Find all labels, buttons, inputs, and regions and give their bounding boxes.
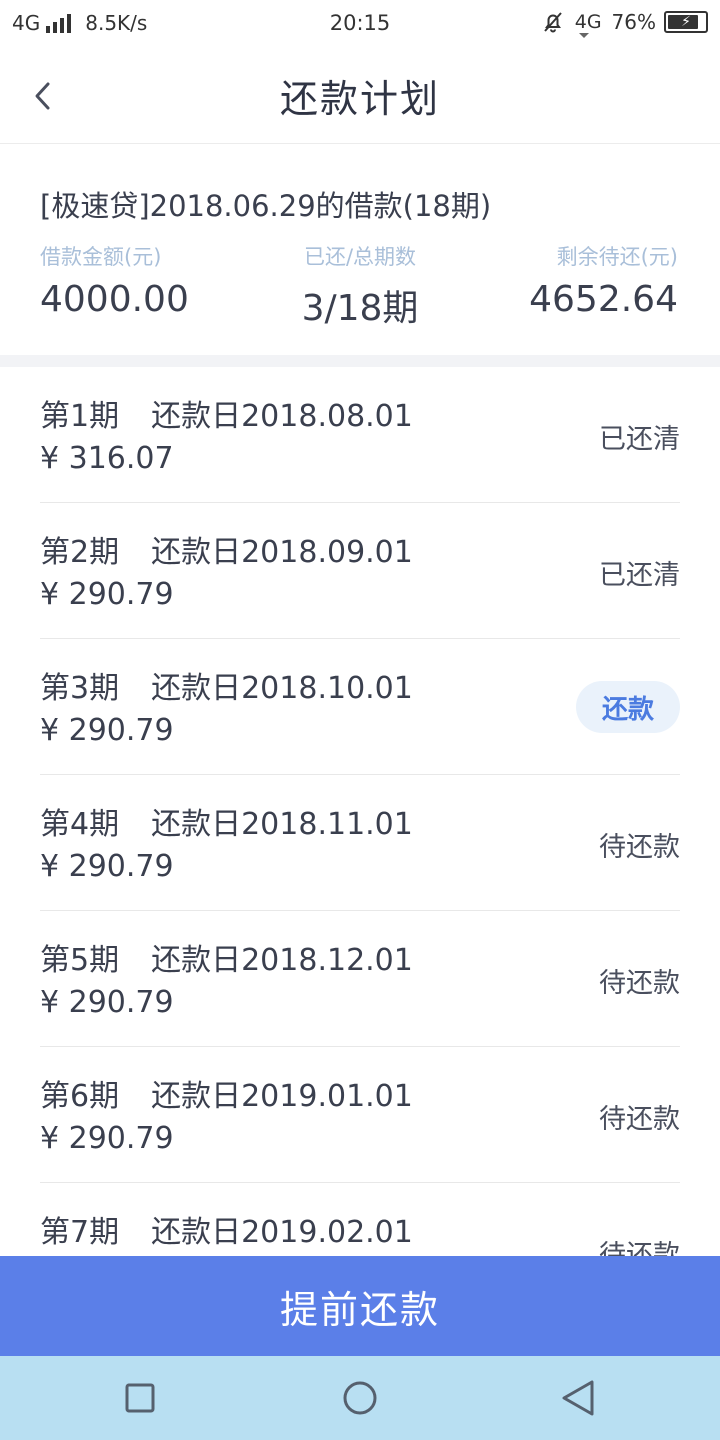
installment-status: 已还清 — [599, 560, 680, 591]
installment-amount: ¥ 290.79 — [40, 1121, 174, 1156]
installment-row: 第4期 还款日2018.11.01 ¥ 290.79 待还款 — [40, 775, 680, 911]
status-bar: 4G 8.5K/s 20:15 4G 76% ⚡ — [0, 0, 720, 46]
recent-apps-button[interactable] — [120, 1378, 160, 1418]
installment-row: 第2期 还款日2018.09.01 ¥ 290.79 已还清 — [40, 503, 680, 639]
installment-period: 第4期 — [40, 807, 120, 842]
installment-due-date: 还款日2018.10.01 — [151, 671, 413, 706]
stat-label: 借款金额(元) — [40, 245, 162, 269]
installment-amount: ¥ 290.79 — [40, 577, 174, 612]
installment-due-date: 还款日2018.12.01 — [151, 943, 413, 978]
app-header: 还款计划 — [0, 46, 720, 144]
installment-row: 第1期 还款日2018.08.01 ¥ 316.07 已还清 — [40, 367, 680, 503]
installment-status: 待还款 — [599, 1104, 680, 1135]
installment-status: 待还款 — [599, 832, 680, 863]
installment-amount: ¥ 290.79 — [40, 985, 174, 1020]
installment-row: 第6期 还款日2019.01.01 ¥ 290.79 待还款 — [40, 1047, 680, 1183]
loan-summary: [极速贷]2018.06.29的借款(18期) 借款金额(元) 4000.00 … — [0, 145, 720, 355]
bell-off-icon — [543, 12, 562, 33]
installment-period: 第1期 — [40, 399, 120, 434]
stat-value: 4652.64 — [529, 279, 678, 320]
stat-remaining: 剩余待还(元) 4652.64 — [529, 241, 678, 320]
installment-period: 第7期 — [40, 1215, 120, 1250]
installment-period: 第3期 — [40, 671, 120, 706]
home-icon — [343, 1381, 377, 1415]
status-right: 4G 76% ⚡ — [541, 10, 708, 38]
installment-due-date: 还款日2018.09.01 — [151, 535, 413, 570]
installment-header: 第6期 还款日2019.01.01 — [40, 1071, 413, 1115]
installment-period: 第6期 — [40, 1079, 120, 1114]
stat-label: 剩余待还(元) — [556, 245, 678, 269]
installment-amount: ¥ 290.79 — [40, 713, 174, 748]
installment-header: 第5期 还款日2018.12.01 — [40, 935, 413, 979]
installment-row: 第7期 还款日2019.02.01 待还款 — [40, 1183, 680, 1257]
nav-back-button[interactable] — [558, 1378, 598, 1418]
installment-amount: ¥ 290.79 — [40, 849, 174, 884]
stat-progress: 已还/总期数 3/18期 — [300, 241, 420, 331]
system-navbar — [0, 1356, 720, 1440]
loan-title: [极速贷]2018.06.29的借款(18期) — [40, 189, 492, 223]
pay-installment-button[interactable]: 还款 — [576, 681, 680, 733]
installment-amount: ¥ 316.07 — [40, 441, 174, 476]
installment-status: 待还款 — [599, 1240, 680, 1257]
stat-loan-amount: 借款金额(元) 4000.00 — [40, 241, 189, 320]
installment-header: 第7期 还款日2019.02.01 — [40, 1207, 413, 1251]
section-divider — [0, 355, 720, 367]
page-title: 还款计划 — [279, 77, 440, 121]
installment-due-date: 还款日2018.08.01 — [151, 399, 413, 434]
installment-due-date: 还款日2019.02.01 — [151, 1215, 413, 1250]
home-button[interactable] — [340, 1378, 380, 1418]
stat-value: 4000.00 — [40, 279, 189, 320]
installment-row: 第3期 还款日2018.10.01 ¥ 290.79 还款 — [40, 639, 680, 775]
battery-charging-icon: ⚡ — [664, 11, 708, 33]
installment-period: 第5期 — [40, 943, 120, 978]
back-triangle-icon — [562, 1380, 594, 1416]
installment-header: 第4期 还款日2018.11.01 — [40, 799, 413, 843]
installment-row: 第5期 还款日2018.12.01 ¥ 290.79 待还款 — [40, 911, 680, 1047]
installment-header: 第2期 还款日2018.09.01 — [40, 527, 413, 571]
network-type-secondary: 4G — [574, 11, 602, 38]
recent-apps-icon — [125, 1383, 155, 1413]
installment-status: 已还清 — [599, 424, 680, 455]
battery-percent: 76% — [611, 10, 656, 34]
installment-due-date: 还款日2019.01.01 — [151, 1079, 413, 1114]
installment-list[interactable]: 第1期 还款日2018.08.01 ¥ 316.07 已还清 第2期 还款日2018… — [0, 367, 720, 1257]
prepay-button[interactable]: 提前还款 — [0, 1256, 720, 1356]
stat-value: 3/18期 — [301, 288, 419, 329]
installment-period: 第2期 — [40, 535, 120, 570]
installment-header: 第3期 还款日2018.10.01 — [40, 663, 413, 707]
stat-label: 已还/总期数 — [303, 245, 417, 269]
installment-header: 第1期 还款日2018.08.01 — [40, 391, 413, 435]
installment-due-date: 还款日2018.11.01 — [151, 807, 413, 842]
installment-status: 待还款 — [599, 968, 680, 999]
